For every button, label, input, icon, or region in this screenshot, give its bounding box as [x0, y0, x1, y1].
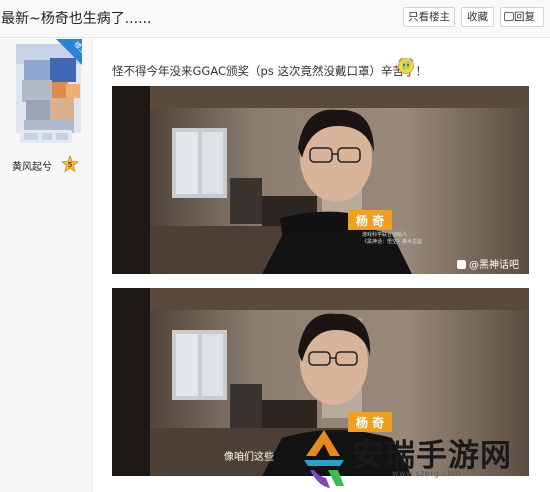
frame1-watermark: @黑神话吧 [469, 258, 519, 271]
collect-button[interactable]: 收藏 [461, 7, 494, 27]
reply-button-label: 回复 [514, 11, 535, 23]
thread-header: 最新~杨奇也生病了...... 只看楼主 收藏 回复 [0, 0, 550, 38]
post-text: 怪不得今年没来GGAC颁奖（ps 这次竟然没戴口罩）辛苦了！ [112, 64, 427, 78]
post-image-1[interactable]: 杨 奇 游戏科学联合创始人 《黑神话：悟空》美术总监 @黑神话吧 [112, 86, 529, 274]
site-url: www.szerg.com [392, 469, 462, 478]
user-level: 黄风起兮 5 [10, 155, 83, 175]
frame1-name-sub-2: 《黑神话：悟空》美术总监 [362, 238, 422, 245]
site-logo-icon [304, 430, 344, 488]
clapping-emoji-icon [398, 57, 414, 74]
thread-title: 最新~杨奇也生病了...... [1, 11, 152, 27]
reply-icon [504, 12, 514, 21]
author-panel: 楼主 黄风起兮 5 [0, 39, 93, 492]
frame2-name-tag: 杨 奇 [356, 415, 384, 430]
level-number: 5 [68, 161, 73, 169]
video-frame-1-picture: 杨 奇 游戏科学联合创始人 《黑神话：悟空》美术总监 @黑神话吧 [112, 86, 529, 274]
level-title: 黄风起兮 [12, 162, 52, 173]
username-blurred[interactable] [20, 130, 72, 143]
reply-button[interactable]: 回复 [500, 7, 544, 27]
frame1-name-tag: 杨 奇 [356, 213, 384, 228]
frame1-name-sub-1: 游戏科学联合创始人 [362, 231, 407, 238]
level-badge-icon: 5 [61, 155, 79, 173]
frame2-subtitle: 像咱们这些 [224, 450, 274, 463]
only-op-button[interactable]: 只看楼主 [403, 7, 455, 27]
